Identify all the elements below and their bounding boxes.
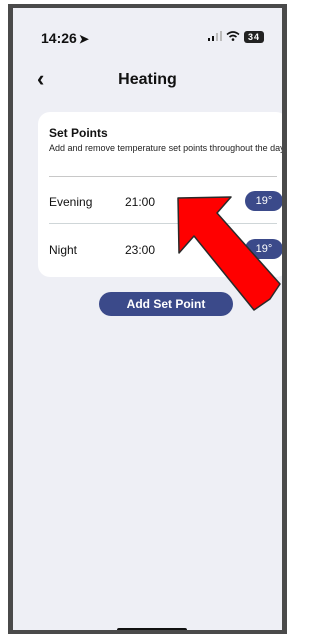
status-time: 14:26 ➤ (41, 30, 89, 46)
set-points-card: Set Points Add and remove temperature se… (38, 112, 285, 277)
page-title: Heating (118, 71, 177, 88)
nav-bar: ‹ Heating (13, 66, 282, 98)
divider (49, 223, 277, 224)
home-indicator (117, 628, 187, 630)
card-description: Add and remove temperature set points th… (49, 143, 285, 153)
set-point-row-night[interactable]: Night 23:00 19° (49, 235, 282, 265)
phone-frame: 14:26 ➤ 34 ‹ Heating Set Points Add and r… (8, 4, 287, 634)
set-point-temperature-badge[interactable]: 19° (245, 239, 282, 259)
wifi-icon (226, 30, 240, 44)
add-set-point-button[interactable]: Add Set Point (99, 292, 233, 316)
set-point-name: Night (49, 243, 78, 257)
set-point-temperature-badge[interactable]: 19° (245, 191, 282, 211)
signal-icon (208, 30, 222, 44)
status-icons: 34 (208, 30, 264, 44)
set-point-time: 21:00 (125, 195, 156, 209)
set-point-row-evening[interactable]: Evening 21:00 19° (49, 187, 282, 217)
set-point-time: 23:00 (125, 243, 156, 257)
divider (49, 176, 277, 177)
set-point-name: Evening (49, 195, 93, 209)
status-bar: 14:26 ➤ 34 (13, 8, 282, 68)
status-time-text: 14:26 (41, 30, 77, 46)
battery-icon: 34 (244, 31, 264, 43)
card-title: Set Points (49, 126, 108, 140)
location-arrow-icon: ➤ (78, 32, 89, 46)
